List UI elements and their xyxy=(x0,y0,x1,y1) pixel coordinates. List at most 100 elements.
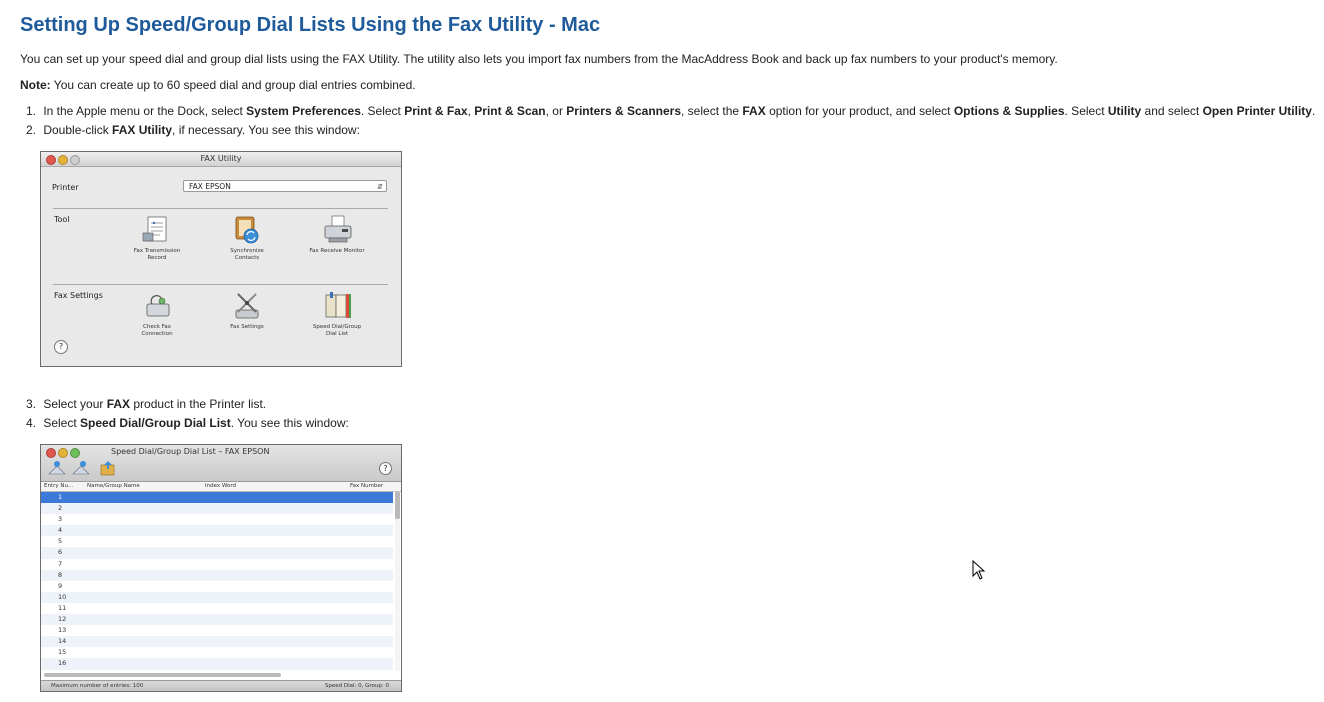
tool-caption: Fax Receive Monitor xyxy=(302,248,372,255)
step-bold: Print & Fax xyxy=(404,104,468,118)
step-bold: Speed Dial/Group Dial List xyxy=(80,416,231,430)
entry-number: 1 xyxy=(58,493,63,501)
step-bold: System Preferences xyxy=(246,104,361,118)
step-number: 3. xyxy=(26,397,37,411)
fax-settings-button[interactable]: Fax Settings xyxy=(212,290,282,331)
caption-line: Synchronize xyxy=(230,248,264,254)
entry-number: 12 xyxy=(58,615,67,624)
caption-line: Check Fax xyxy=(143,324,171,330)
horizontal-scrollbar[interactable] xyxy=(44,673,281,677)
caption-line: Contacts xyxy=(234,255,260,261)
entry-number: 14 xyxy=(58,637,67,646)
column-header[interactable]: Name/Group Name xyxy=(87,483,140,489)
fax-transmission-record-button[interactable]: Fax Transmission Record xyxy=(122,214,192,262)
table-row[interactable]: 12 xyxy=(41,614,393,626)
title-bar: FAX Utility xyxy=(41,152,401,167)
table-row[interactable]: 1 xyxy=(41,492,393,504)
table-row[interactable]: 9 xyxy=(41,581,393,592)
step-bold: Print & Scan xyxy=(474,104,546,118)
entry-number: 10 xyxy=(58,592,67,601)
help-button[interactable]: ? xyxy=(54,340,68,354)
scroll-thumb[interactable] xyxy=(395,491,400,519)
divider xyxy=(53,284,388,285)
entry-number: 13 xyxy=(58,626,67,635)
caption-line: Fax Settings xyxy=(230,324,264,330)
caption-line: Speed Dial/Group xyxy=(312,324,362,330)
step-bold: FAX xyxy=(742,104,766,118)
entry-number: 11 xyxy=(58,603,67,612)
tool-caption: Speed Dial/Group Dial List xyxy=(302,324,372,338)
fax-settings-section-label: Fax Settings xyxy=(54,291,103,300)
column-header[interactable]: Index Word xyxy=(205,483,236,489)
fax-settings-icon xyxy=(235,293,259,319)
caption-line: Fax Transmission xyxy=(133,248,181,254)
step-text: Select your xyxy=(40,397,107,411)
table-row[interactable]: 5 xyxy=(41,536,393,547)
entry-number: 15 xyxy=(58,648,67,657)
table-row[interactable]: 15 xyxy=(41,647,393,658)
step-1: 1. In the Apple menu or the Dock, select… xyxy=(26,104,1315,118)
select-arrows-icon: ⇵ xyxy=(377,183,383,191)
divider xyxy=(53,208,388,209)
add-entry-icon[interactable] xyxy=(48,460,66,476)
synchronize-contacts-button[interactable]: Synchronize Contacts xyxy=(212,214,282,262)
tool-section-label: Tool xyxy=(54,215,70,224)
step-bold: Options & Supplies xyxy=(953,104,1065,118)
add-group-icon[interactable] xyxy=(72,460,90,476)
edit-entry-icon[interactable] xyxy=(99,460,117,476)
table-row[interactable]: 11 xyxy=(41,603,393,614)
step-text: , if necessary. You see this window: xyxy=(172,123,360,137)
fax-receive-monitor-button[interactable]: Fax Receive Monitor xyxy=(302,214,372,255)
entry-number: 7 xyxy=(58,559,63,568)
step-text: . Select xyxy=(360,104,405,118)
step-bold: FAX xyxy=(106,397,131,411)
printer-select[interactable]: FAX EPSON ⇵ xyxy=(183,180,387,192)
fax-utility-window: FAX Utility Printer FAX EPSON ⇵ Tool Fax… xyxy=(40,151,402,367)
status-bar: Maximum number of entries: 100 Speed Dia… xyxy=(41,680,401,691)
close-window-button[interactable] xyxy=(46,448,56,458)
entry-count-status: Speed Dial: 0, Group: 0 xyxy=(324,683,389,689)
table-row[interactable]: 3 xyxy=(41,514,393,525)
step-3: 3. Select your FAX product in the Printe… xyxy=(26,397,266,411)
table-row[interactable]: 10 xyxy=(41,591,393,603)
fax-monitor-icon xyxy=(324,215,352,243)
minimize-window-button[interactable] xyxy=(58,448,68,458)
step-number: 1. xyxy=(26,104,37,118)
help-button[interactable]: ? xyxy=(379,462,392,475)
step-bold: Utility xyxy=(1107,104,1142,118)
table-row[interactable]: 2 xyxy=(41,503,393,515)
check-connection-icon xyxy=(146,295,170,317)
caption-line: Fax Receive Monitor xyxy=(309,248,365,254)
tool-caption: Fax Transmission Record xyxy=(122,248,192,262)
step-text: . Select xyxy=(1064,104,1108,118)
entry-number: 3 xyxy=(58,515,63,524)
step-text: option for your product, and select xyxy=(765,104,954,118)
column-header[interactable]: Fax Number xyxy=(350,483,383,489)
table-row[interactable]: 4 xyxy=(41,525,393,537)
step-text: product in the Printer list. xyxy=(130,397,267,411)
caption-line: Record xyxy=(147,255,167,261)
sync-contacts-icon xyxy=(235,216,259,244)
column-header[interactable]: Entry Nu... xyxy=(44,483,73,489)
step-text: , or xyxy=(545,104,567,118)
zoom-window-button[interactable] xyxy=(70,448,80,458)
vertical-scrollbar[interactable] xyxy=(395,491,400,671)
table-row[interactable]: 14 xyxy=(41,636,393,648)
table-row[interactable]: 16 xyxy=(41,658,393,670)
speed-dial-group-dial-list-button[interactable]: Speed Dial/Group Dial List xyxy=(302,290,372,338)
window-title: FAX Utility xyxy=(200,154,242,163)
table-row[interactable]: 6 xyxy=(41,547,393,559)
table-row[interactable]: 8 xyxy=(41,569,393,581)
table-row[interactable]: 7 xyxy=(41,559,393,570)
tool-caption: Fax Settings xyxy=(212,324,282,331)
tool-caption: Synchronize Contacts xyxy=(212,248,282,262)
window-title: Speed Dial/Group Dial List – FAX EPSON xyxy=(111,447,270,456)
mouse-pointer-icon xyxy=(972,560,986,580)
entry-number: 5 xyxy=(58,537,63,546)
step-number: 4. xyxy=(26,416,37,430)
note-paragraph: Note: You can create up to 60 speed dial… xyxy=(20,78,416,92)
table-row[interactable]: 13 xyxy=(41,625,393,636)
page-title: Setting Up Speed/Group Dial Lists Using … xyxy=(20,14,601,36)
check-fax-connection-button[interactable]: Check Fax Connection xyxy=(122,290,192,338)
step-text: Select xyxy=(40,416,81,430)
